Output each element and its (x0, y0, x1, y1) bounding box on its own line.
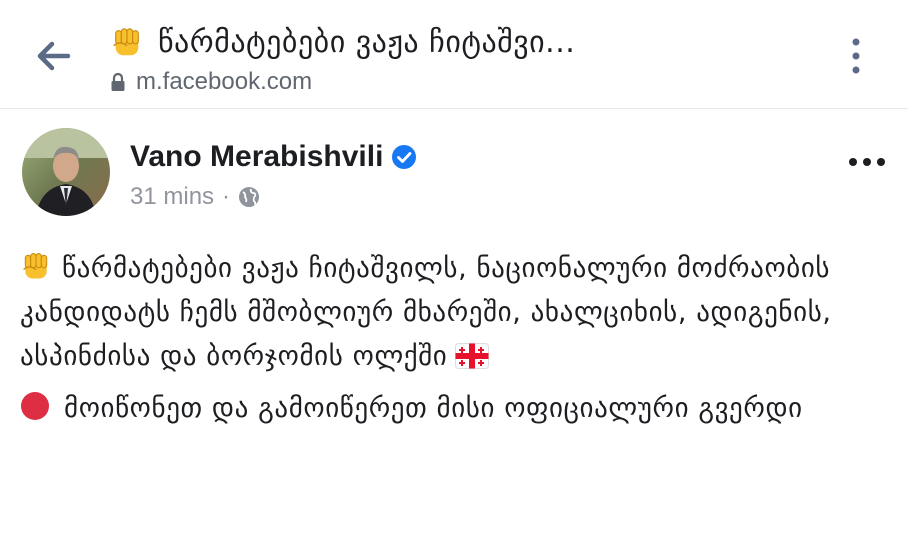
post-paragraph-1: წარმატებები ვაჟა ჩიტაშვილს, ნაციონალური … (20, 247, 892, 379)
browser-menu-icon[interactable] (844, 36, 868, 76)
url-row: m.facebook.com (110, 68, 312, 96)
author-row: Vano Merabishvili (130, 140, 417, 174)
post-body: წარმატებები ვაჟა ჩიტაშვილს, ნაციონალური … (20, 247, 892, 431)
back-arrow-icon[interactable] (30, 36, 74, 76)
browser-top-bar: წარმატებები ვაჟა ჩიტაშვი... m.facebook.c… (0, 0, 908, 109)
lock-icon (111, 72, 125, 91)
raised-fist-icon (23, 253, 48, 279)
meta-separator: · (222, 183, 231, 210)
paragraph-2-text: მოიწონეთ და გამოიწერეთ მისი ოფიციალური გ… (64, 393, 803, 424)
red-circle-icon (21, 392, 49, 420)
post-paragraph-2: მოიწონეთ და გამოიწერეთ მისი ოფიციალური გ… (20, 387, 892, 431)
georgia-flag-icon (455, 343, 490, 369)
facebook-post-page: წარმატებები ვაჟა ჩიტაშვი... m.facebook.c… (0, 0, 908, 534)
author-name[interactable]: Vano Merabishvili (130, 140, 383, 174)
author-avatar[interactable] (22, 128, 110, 216)
post-time[interactable]: 31 mins (130, 183, 214, 211)
post-meta: 31 mins · (130, 183, 260, 211)
raised-fist-icon (113, 28, 139, 56)
url-text: m.facebook.com (136, 68, 313, 95)
verified-badge-icon (392, 145, 417, 169)
page-title: წარმატებები ვაჟა ჩიტაშვი... (158, 24, 576, 60)
post-options-icon[interactable] (846, 152, 888, 172)
globe-icon (239, 187, 260, 207)
browser-title-row: წარმატებები ვაჟა ჩიტაშვი... (110, 20, 575, 64)
paragraph-1-text: წარმატებები ვაჟა ჩიტაშვილს, ნაციონალური … (20, 253, 832, 372)
